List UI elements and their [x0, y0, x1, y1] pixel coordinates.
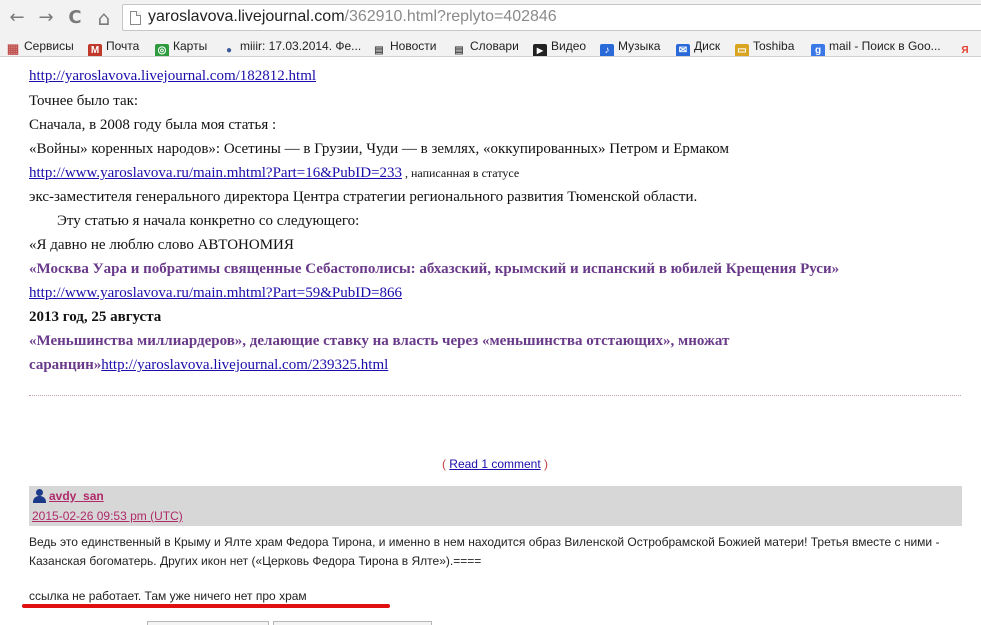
- post-heading: «Меньшинства миллиардеров», делающие ста…: [29, 333, 730, 349]
- bookmark-label: mail - Поиск в Goo...: [829, 39, 941, 53]
- post-link[interactable]: http://www.yaroslavova.ru/main.mhtml?Par…: [29, 285, 402, 301]
- disk-icon: ✉: [676, 44, 690, 56]
- bookmark-label: Диск: [694, 39, 721, 53]
- post-line: http://www.yaroslavova.ru/main.mhtml?Par…: [29, 285, 402, 302]
- bookmark-label: Почта: [106, 39, 140, 53]
- home-button[interactable]: ⌂: [93, 7, 115, 29]
- back-button[interactable]: ←: [6, 7, 28, 29]
- bookmark-yandex[interactable]: Я: [958, 38, 976, 56]
- bookmark-google-search[interactable]: g mail - Поиск в Goo...: [811, 38, 941, 56]
- bookmark-label: Карты: [173, 39, 208, 53]
- bookmarks-bar: ▦ Сервисы M Почта ◎ Карты ● miiir: 17.03.201…: [0, 35, 981, 57]
- post-heading: саранцин»: [29, 357, 102, 373]
- post-line: http://www.yaroslavova.ru/main.mhtml?Par…: [29, 165, 519, 182]
- post-line: саранцин»http://yaroslavova.livejournal.…: [29, 357, 388, 374]
- url-text[interactable]: yaroslavova.livejournal.com/362910.html?…: [148, 8, 557, 26]
- reload-button[interactable]: C: [64, 7, 86, 29]
- browser-toolbar: ← → C ⌂ yaroslavova.livejournal.com/3629…: [0, 0, 981, 35]
- apps-icon: ▦: [6, 41, 20, 56]
- paren: ): [540, 457, 549, 471]
- url-host: yaroslavova.livejournal.com: [148, 8, 345, 25]
- page-icon: ▤: [454, 45, 464, 56]
- bookmark-music[interactable]: ♪ Музыка: [600, 38, 661, 56]
- comment-timestamp[interactable]: 2015-02-26 09:53 pm (UTC): [32, 509, 183, 523]
- post-link[interactable]: http://yaroslavova.livejournal.com/18281…: [29, 68, 316, 84]
- bookmark-news[interactable]: ▤ Новости: [372, 38, 437, 56]
- forward-button[interactable]: →: [35, 7, 57, 29]
- page-icon: [130, 11, 141, 25]
- maps-icon: ◎: [155, 44, 169, 56]
- post-note: , написанная в статусе: [402, 166, 520, 180]
- page-content: http://yaroslavova.livejournal.com/18281…: [0, 58, 981, 625]
- bookmark-label: Видео: [551, 39, 587, 53]
- post-line: Точнее было так:: [29, 93, 139, 109]
- read-comments: ( Read 1 comment ): [0, 457, 981, 471]
- video-icon: ▶: [533, 44, 547, 56]
- bookmark-mail[interactable]: M Почта: [88, 38, 140, 56]
- post-line: «Войны» коренных народов»: Осетины — в Г…: [29, 141, 729, 157]
- bookmark-label: Новости: [390, 39, 437, 53]
- mail-icon: M: [88, 44, 102, 56]
- bookmark-toshiba[interactable]: ▭ Toshiba: [735, 38, 795, 56]
- user-icon: ●: [225, 45, 233, 56]
- bookmark-label: Музыка: [618, 39, 661, 53]
- bookmark-disk[interactable]: ✉ Диск: [676, 38, 721, 56]
- comment-body: Ведь это единственный в Крыму и Ялте хра…: [29, 535, 940, 568]
- post-line: Эту статью я начала конкретно со следующ…: [57, 213, 360, 229]
- post-line: Сначала, в 2008 году была моя статья :: [29, 117, 277, 133]
- comment-username[interactable]: avdy_san: [49, 489, 104, 503]
- page-icon: ▤: [374, 45, 384, 56]
- bookmark-label: miiir: 17.03.2014. Фе...: [240, 39, 362, 53]
- post-link[interactable]: http://yaroslavova.livejournal.com/23932…: [101, 357, 388, 373]
- post-link[interactable]: http://www.yaroslavova.ru/main.mhtml?Par…: [29, 165, 402, 181]
- bookmark-label: Сервисы: [24, 39, 74, 53]
- url-path: /362910.html?replyto=402846: [344, 8, 557, 25]
- reply-button[interactable]: [147, 621, 269, 625]
- bookmark-miiir[interactable]: ● miiir: 17.03.2014. Фе...: [222, 38, 362, 56]
- bookmark-dictionaries[interactable]: ▤ Словари: [452, 38, 519, 56]
- bookmark-label: Словари: [470, 39, 519, 53]
- post-line: http://yaroslavova.livejournal.com/18281…: [29, 68, 316, 85]
- music-icon: ♪: [600, 44, 614, 56]
- divider: [29, 395, 961, 396]
- yandex-icon: Я: [961, 45, 969, 56]
- address-bar[interactable]: yaroslavova.livejournal.com/362910.html?…: [122, 4, 981, 31]
- bookmark-services[interactable]: ▦ Сервисы: [6, 38, 74, 56]
- comment-header: avdy_san 2015-02-26 09:53 pm (UTC): [29, 486, 962, 526]
- bookmark-label: Toshiba: [753, 39, 795, 53]
- bookmark-video[interactable]: ▶ Видео: [533, 38, 587, 56]
- read-comments-link[interactable]: Read 1 comment: [449, 457, 540, 471]
- post-line: «Я давно не люблю слово АВТОНОМИЯ: [29, 237, 294, 253]
- thread-button[interactable]: [273, 621, 432, 625]
- post-line: экс-заместителя генерального директора Ц…: [29, 189, 698, 205]
- folder-icon: ▭: [735, 44, 749, 56]
- bookmark-maps[interactable]: ◎ Карты: [155, 38, 208, 56]
- post-heading: «Москва Уара и побратимы священные Себас…: [29, 261, 840, 277]
- annotation-underline: [22, 604, 390, 608]
- post-date: 2013 год, 25 августа: [29, 309, 162, 325]
- comment-note: ссылка не работает. Там уже ничего нет п…: [29, 589, 307, 603]
- user-icon[interactable]: [32, 489, 46, 503]
- google-icon: g: [811, 44, 825, 56]
